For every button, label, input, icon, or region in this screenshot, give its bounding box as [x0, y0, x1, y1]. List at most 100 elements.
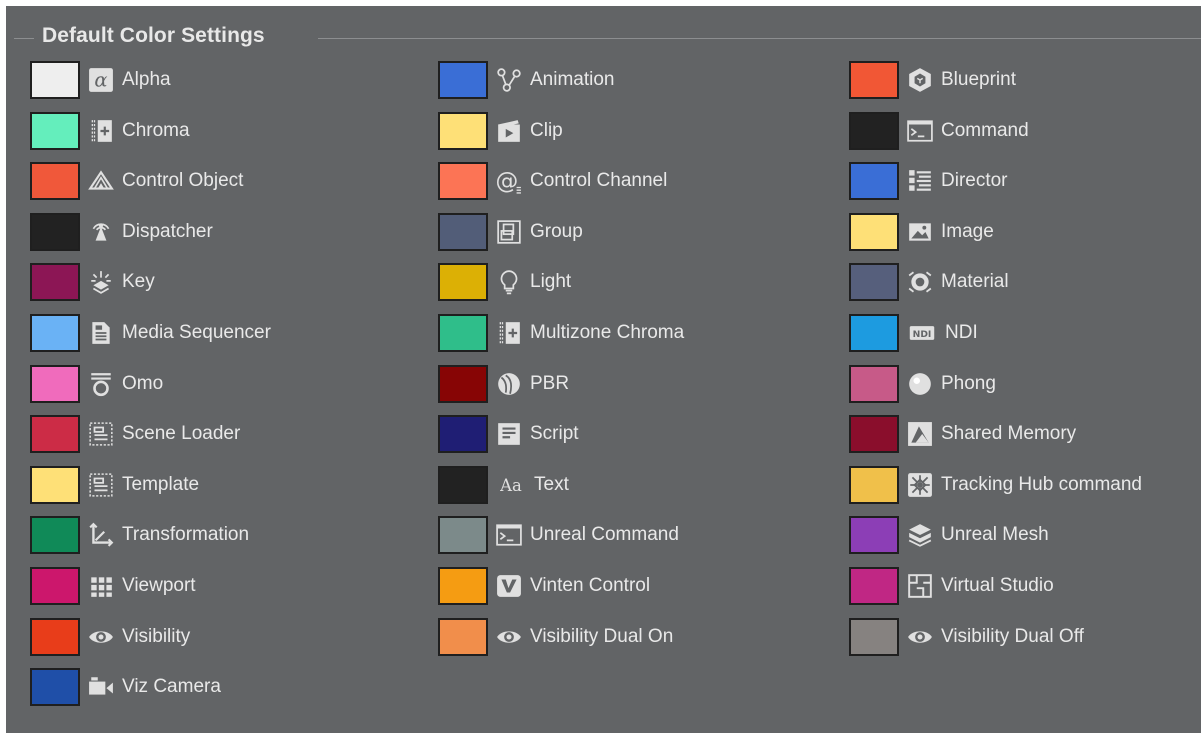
color-swatch[interactable] [30, 465, 80, 504]
color-entry-transformation[interactable]: Transformation [30, 514, 249, 556]
color-swatch[interactable] [30, 212, 80, 251]
color-swatch[interactable] [438, 617, 488, 656]
color-entry-control-object[interactable]: Control Object [30, 160, 243, 202]
color-entry-group[interactable]: Group [438, 211, 583, 253]
color-swatch[interactable] [438, 415, 488, 454]
color-entry-label: Director [941, 170, 1008, 192]
viz-camera-icon [86, 672, 116, 702]
color-swatch[interactable] [849, 111, 899, 150]
color-entry-script[interactable]: Script [438, 413, 579, 455]
color-swatch[interactable] [30, 364, 80, 403]
color-entry-media-sequencer[interactable]: Media Sequencer [30, 312, 271, 354]
color-swatch[interactable] [438, 465, 488, 504]
color-entry-chroma[interactable]: Chroma [30, 110, 190, 152]
color-swatch[interactable] [438, 567, 488, 605]
color-swatch[interactable] [30, 263, 80, 302]
viewport-icon [86, 571, 116, 601]
color-entry-label: Visibility [122, 625, 191, 647]
color-swatch[interactable] [849, 465, 899, 504]
color-swatch[interactable] [30, 516, 80, 555]
color-entry-material[interactable]: Material [849, 261, 1009, 303]
color-entry-template[interactable]: Template [30, 464, 199, 506]
image-icon [905, 217, 935, 247]
color-entry-label: Text [534, 473, 569, 495]
color-entry-light[interactable]: Light [438, 261, 571, 303]
color-entry-scene-loader[interactable]: Scene Loader [30, 413, 240, 455]
color-entry-vinten-control[interactable]: Vinten Control [438, 565, 650, 607]
color-swatch[interactable] [849, 364, 899, 403]
color-entry-key[interactable]: Key [30, 261, 155, 303]
color-entry-label: Viz Camera [122, 676, 221, 698]
default-color-settings-panel: Default Color Settings α Alpha Chroma Contr… [6, 6, 1201, 733]
chroma-icon [86, 116, 116, 146]
color-swatch[interactable] [30, 617, 80, 656]
color-swatch[interactable] [438, 212, 488, 251]
blueprint-icon [905, 65, 935, 95]
color-swatch[interactable] [849, 314, 899, 352]
color-entry-dispatcher[interactable]: Dispatcher [30, 211, 213, 253]
color-swatch[interactable] [30, 314, 80, 352]
text-icon: Aa [494, 470, 528, 500]
color-swatch[interactable] [849, 212, 899, 251]
color-entry-shared-memory[interactable]: Shared Memory [849, 413, 1076, 455]
color-entry-label: Visibility Dual Off [941, 625, 1084, 647]
alpha-icon: α [86, 65, 116, 95]
color-entry-visibility[interactable]: Visibility [30, 616, 190, 658]
color-entry-image[interactable]: Image [849, 211, 994, 253]
color-entry-label: Control Object [122, 170, 244, 192]
color-swatch[interactable] [30, 567, 80, 605]
color-swatch[interactable] [30, 415, 80, 454]
group-frame-line-left [14, 38, 34, 39]
color-entry-label: Script [530, 423, 579, 445]
color-swatch[interactable] [849, 415, 899, 454]
color-swatch[interactable] [438, 364, 488, 403]
color-entry-control-channel[interactable]: @ Control Channel [438, 160, 667, 202]
color-swatch[interactable] [438, 61, 488, 99]
color-entry-pbr[interactable]: PBR [438, 363, 569, 405]
color-entry-label: Visibility Dual On [530, 625, 674, 647]
group-icon [494, 217, 524, 247]
color-entry-label: Transformation [122, 524, 250, 546]
color-entry-text[interactable]: Aa Text [438, 464, 569, 506]
material-icon [905, 267, 935, 297]
color-swatch[interactable] [438, 314, 488, 352]
color-entry-visibility-dual-off[interactable]: Visibility Dual Off [849, 616, 1084, 658]
color-entry-director[interactable]: Director [849, 160, 1008, 202]
color-entry-unreal-command[interactable]: Unreal Command [438, 514, 679, 556]
color-entry-blueprint[interactable]: Blueprint [849, 59, 1016, 101]
color-swatch[interactable] [849, 516, 899, 555]
color-swatch[interactable] [849, 61, 899, 99]
color-swatch[interactable] [438, 162, 488, 201]
color-entry-multizone-chroma[interactable]: Multizone Chroma [438, 312, 684, 354]
color-swatch[interactable] [438, 516, 488, 555]
script-icon [494, 419, 524, 449]
template-icon [86, 470, 116, 500]
color-entry-phong[interactable]: Phong [849, 363, 996, 405]
color-entry-virtual-studio[interactable]: Virtual Studio [849, 565, 1054, 607]
dispatcher-icon [86, 217, 116, 247]
color-entry-alpha[interactable]: α Alpha [30, 59, 171, 101]
color-swatch[interactable] [438, 111, 488, 150]
color-swatch[interactable] [849, 263, 899, 302]
color-entry-animation[interactable]: Animation [438, 59, 615, 101]
color-entry-viz-camera[interactable]: Viz Camera [30, 666, 221, 708]
color-entry-ndi[interactable]: NDI NDI [849, 312, 978, 354]
color-swatch[interactable] [30, 668, 80, 707]
color-swatch[interactable] [849, 162, 899, 201]
color-entry-label: Light [530, 271, 572, 293]
color-swatch[interactable] [30, 162, 80, 201]
color-entry-visibility-dual-on[interactable]: Visibility Dual On [438, 616, 673, 658]
color-entry-tracking-hub-command[interactable]: Tracking Hub command [849, 464, 1142, 506]
color-swatch[interactable] [30, 61, 80, 99]
color-entry-unreal-mesh[interactable]: Unreal Mesh [849, 514, 1049, 556]
color-entry-viewport[interactable]: Viewport [30, 565, 196, 607]
color-entry-label: Key [122, 271, 155, 293]
color-swatch[interactable] [849, 617, 899, 656]
color-swatch[interactable] [849, 567, 899, 605]
color-swatch[interactable] [438, 263, 488, 302]
color-entry-omo[interactable]: Omo [30, 363, 163, 405]
pbr-icon [494, 369, 524, 399]
color-swatch[interactable] [30, 111, 80, 150]
color-entry-command[interactable]: Command [849, 110, 1029, 152]
color-entry-clip[interactable]: Clip [438, 110, 563, 152]
